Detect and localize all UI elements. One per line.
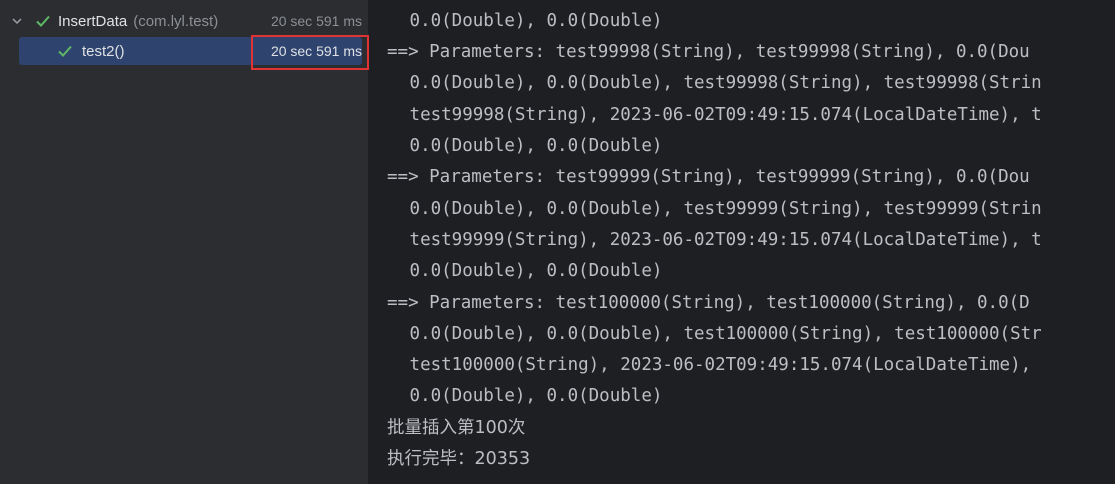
console-line: ==> Parameters: test99998(String), test9… <box>387 42 1030 62</box>
duration-highlight-box <box>251 35 369 70</box>
console-line: ==> Parameters: test100000(String), test… <box>387 293 1030 313</box>
test-results-tree: InsertData (com.lyl.test) 20 sec 591 ms t… <box>0 0 369 484</box>
console-line: 批量插入第100次 <box>387 418 526 438</box>
suite-name: InsertData <box>58 12 128 30</box>
console-line: 0.0(Double), 0.0(Double), test100000(Str… <box>399 324 1042 344</box>
console-line: 0.0(Double), 0.0(Double) <box>399 261 663 281</box>
tree-item-suite[interactable]: InsertData (com.lyl.test) 20 sec 591 ms <box>0 7 368 35</box>
console-line: test100000(String), 2023-06-02T09:49:15.… <box>399 355 1042 375</box>
console-line: 0.0(Double), 0.0(Double) <box>399 136 663 156</box>
suite-package: (com.lyl.test) <box>133 12 219 30</box>
console-line: ==> Parameters: test99999(String), test9… <box>387 167 1030 187</box>
ide-run-panel: InsertData (com.lyl.test) 20 sec 591 ms t… <box>0 0 1115 484</box>
console-line: 0.0(Double), 0.0(Double), test99999(Stri… <box>399 199 1042 219</box>
suite-duration: 20 sec 591 ms <box>270 13 362 29</box>
chevron-down-icon[interactable] <box>11 15 23 27</box>
console-line: 0.0(Double), 0.0(Double), test99998(Stri… <box>399 73 1042 93</box>
check-icon <box>36 15 50 27</box>
console-line: 0.0(Double), 0.0(Double) <box>399 11 663 31</box>
console-line: 执行完毕：20353 <box>387 449 531 469</box>
console-line: test99998(String), 2023-06-02T09:49:15.0… <box>399 105 1042 125</box>
test-name: test2() <box>82 42 125 60</box>
suite-label: InsertData (com.lyl.test) <box>58 13 218 30</box>
console-output[interactable]: 0.0(Double), 0.0(Double) ==> Parameters:… <box>369 0 1115 484</box>
check-icon <box>58 45 72 57</box>
console-line: 0.0(Double), 0.0(Double) <box>399 386 663 406</box>
console-line: test99999(String), 2023-06-02T09:49:15.0… <box>399 230 1042 250</box>
